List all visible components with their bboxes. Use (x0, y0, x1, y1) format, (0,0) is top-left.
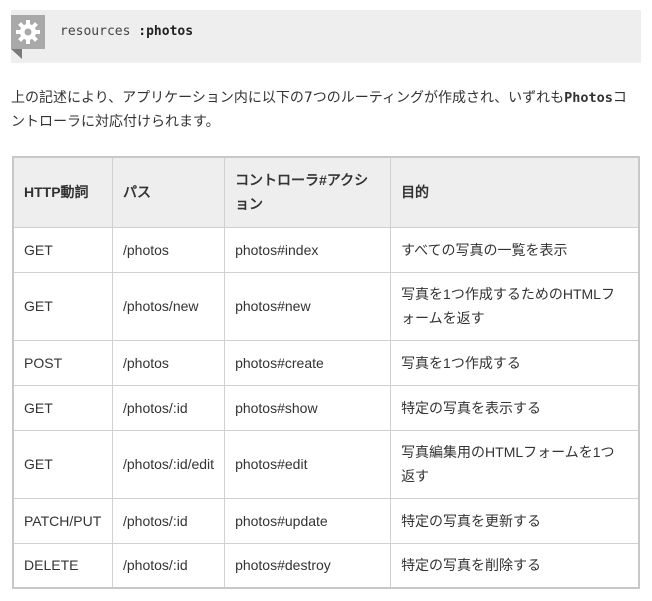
cell-action: photos#update (224, 497, 392, 544)
table-row: GET /photos/:id/edit photos#edit 写真編集用のH… (12, 429, 640, 499)
code-symbol: :photos (138, 24, 194, 39)
cell-purpose: 写真編集用のHTMLフォームを1つ返す (390, 429, 640, 499)
cell-purpose: 写真を1つ作成するためのHTMLフォームを返す (390, 271, 640, 341)
routes-table: HTTP動詞 パス コントローラ#アクション 目的 GET /photos ph… (12, 156, 640, 589)
cell-path: /photos/:id (111, 497, 226, 544)
cell-action: photos#show (224, 384, 392, 431)
table-row: POST /photos photos#create 写真を1つ作成する (12, 339, 640, 386)
cell-verb: GET (12, 271, 113, 341)
header-purpose: 目的 (390, 156, 640, 228)
cell-action: photos#destroy (224, 542, 392, 589)
code-line: resources :photos (60, 24, 193, 39)
cell-verb: DELETE (12, 542, 113, 589)
header-controller-action: コントローラ#アクション (224, 156, 392, 228)
cell-path: /photos/:id (111, 384, 226, 431)
cell-action: photos#create (224, 339, 392, 386)
cell-purpose: 特定の写真を表示する (390, 384, 640, 431)
intro-paragraph: 上の記述により、アプリケーション内に以下の7つのルーティングが作成され、いずれも… (11, 86, 639, 134)
cell-path: /photos/new (111, 271, 226, 341)
cell-path: /photos/:id/edit (111, 429, 226, 499)
badge-fold (11, 49, 22, 59)
cell-verb: POST (12, 339, 113, 386)
gear-icon (11, 15, 45, 49)
code-keyword: resources (60, 24, 139, 39)
cell-purpose: 写真を1つ作成する (390, 339, 640, 386)
cell-purpose: 特定の写真を削除する (390, 542, 640, 589)
intro-controller-name: Photos (564, 90, 613, 106)
cell-path: /photos (111, 339, 226, 386)
table-row: PATCH/PUT /photos/:id photos#update 特定の写… (12, 497, 640, 544)
cell-path: /photos/:id (111, 542, 226, 589)
cell-action: photos#edit (224, 429, 392, 499)
header-path: パス (111, 156, 226, 228)
cell-verb: GET (12, 384, 113, 431)
cell-purpose: すべての写真の一覧を表示 (390, 226, 640, 273)
header-http-verb: HTTP動詞 (12, 156, 113, 228)
cell-path: /photos (111, 226, 226, 273)
table-row: GET /photos/:id photos#show 特定の写真を表示する (12, 384, 640, 431)
cell-action: photos#new (224, 271, 392, 341)
cell-verb: GET (12, 429, 113, 499)
cell-purpose: 特定の写真を更新する (390, 497, 640, 544)
table-row: DELETE /photos/:id photos#destroy 特定の写真を… (12, 542, 640, 589)
table-row: GET /photos/new photos#new 写真を1つ作成するためのH… (12, 271, 640, 341)
cell-verb: PATCH/PUT (12, 497, 113, 544)
cell-verb: GET (12, 226, 113, 273)
table-row: GET /photos photos#index すべての写真の一覧を表示 (12, 226, 640, 273)
intro-text-before: 上の記述により、アプリケーション内に以下の7つのルーティングが作成され、いずれも (11, 90, 565, 106)
table-header-row: HTTP動詞 パス コントローラ#アクション 目的 (12, 156, 640, 228)
cell-action: photos#index (224, 226, 392, 273)
